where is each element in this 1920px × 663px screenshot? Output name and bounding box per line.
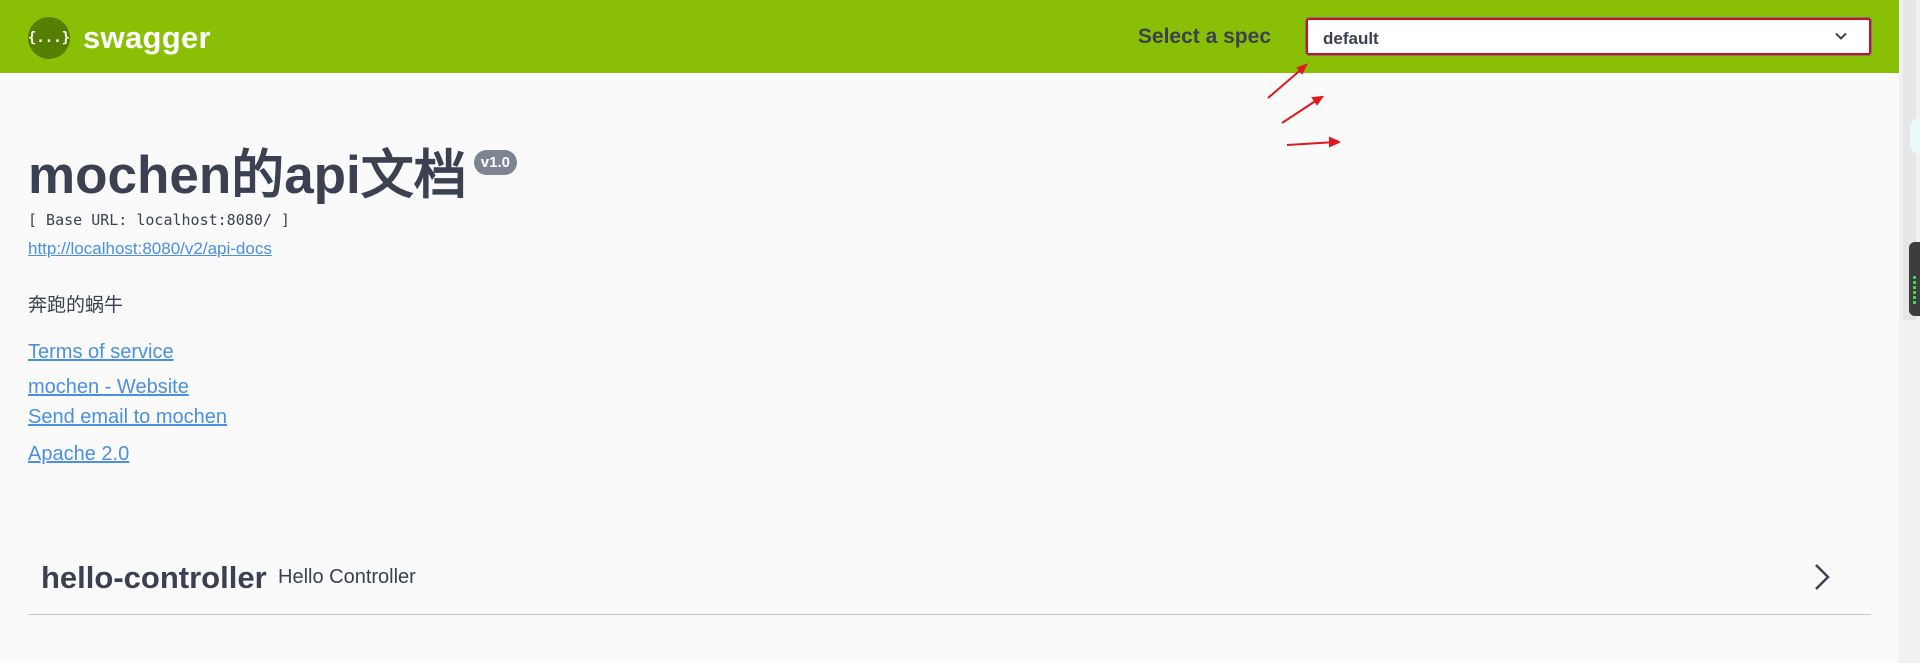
version-badge: v1.0 (473, 150, 517, 175)
annotation-arrows (1267, 63, 1340, 148)
terms-of-service-link[interactable]: Terms of service (28, 341, 174, 364)
tag-section-hello-controller[interactable]: hello-controller Hello Controller (28, 550, 1871, 615)
api-docs-link[interactable]: http://localhost:8080/v2/api-docs (28, 239, 272, 259)
api-description: 奔跑的蜗牛 (28, 295, 124, 316)
topbar: {...} swagger Select a spec default (0, 0, 1899, 73)
swagger-logo[interactable]: {...} swagger (28, 17, 211, 59)
page-title: mochen的api文档 (28, 146, 467, 205)
swagger-logo-icon: {...} (28, 17, 70, 59)
side-floating-button[interactable] (1910, 118, 1920, 154)
base-url: [ Base URL: localhost:8080/ ] (28, 211, 290, 229)
chevron-right-icon[interactable] (1811, 562, 1833, 592)
spec-select-label: Select a spec (1137, 25, 1271, 48)
website-link[interactable]: mochen - Website (28, 376, 189, 399)
tag-description: Hello Controller (278, 566, 416, 588)
side-widget-tab[interactable] (1909, 242, 1920, 316)
license-link[interactable]: Apache 2.0 (28, 443, 129, 466)
email-link[interactable]: Send email to mochen (28, 406, 227, 429)
spec-select-value: default (1323, 29, 1379, 48)
tag-name: hello-controller (41, 560, 267, 595)
side-widget-indicator (1913, 276, 1916, 306)
logo-text: swagger (83, 20, 211, 55)
api-info: mochen的api文档 v1.0 (28, 145, 517, 207)
scrollbar-track[interactable] (1899, 0, 1920, 663)
spec-select[interactable]: default (1305, 17, 1872, 56)
chevron-down-icon (1835, 32, 1847, 40)
